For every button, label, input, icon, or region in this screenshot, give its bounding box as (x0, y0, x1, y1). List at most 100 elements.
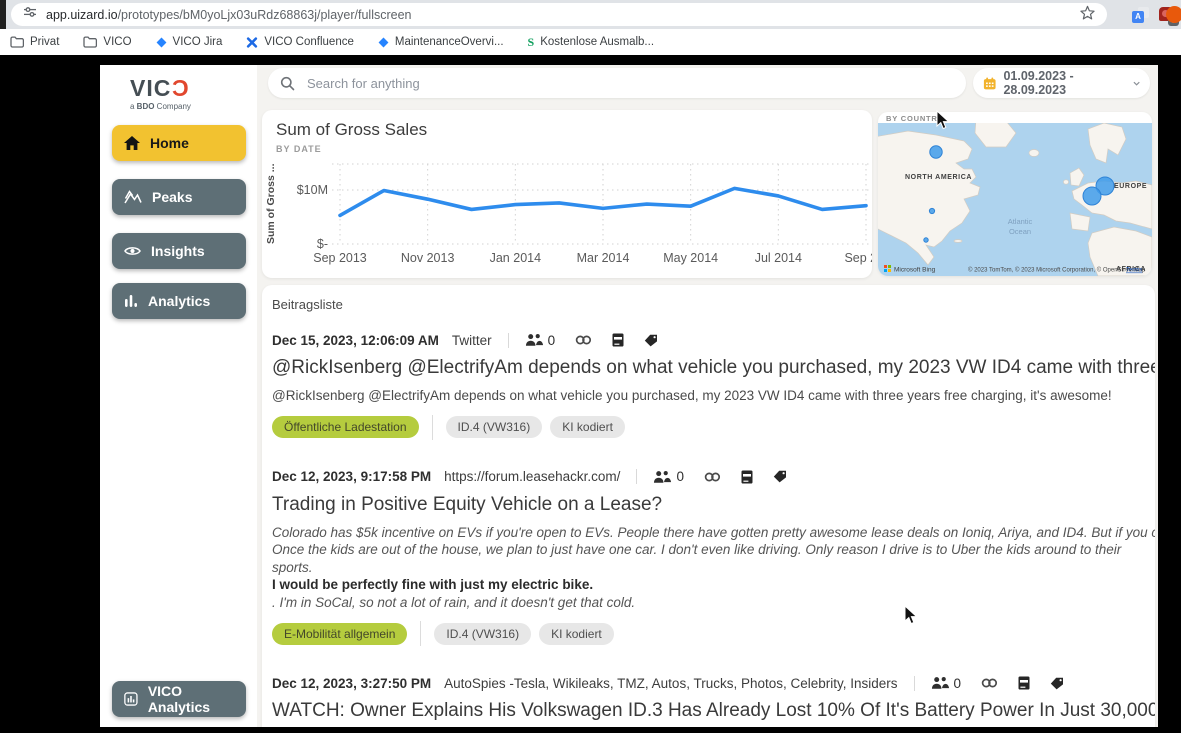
users-icon (525, 333, 544, 347)
app-canvas: VICC a BDO Company Home Peaks Insights A… (100, 65, 1158, 727)
address-bar[interactable]: app.uizard.io/prototypes/bM0yoLjx03uRdz6… (11, 3, 1107, 26)
post-date: Dec 15, 2023, 12:06:09 AM (272, 333, 439, 348)
post-meta: Dec 15, 2023, 12:06:09 AM Twitter 0 (272, 330, 1155, 350)
chart-tick-label: $10M (297, 183, 328, 197)
post-body-line: . I'm in SoCal, so not a lot of rain, an… (272, 594, 1155, 612)
book-icon-button[interactable] (1018, 676, 1030, 690)
tag-pill[interactable]: ID.4 (VW316) (446, 416, 543, 438)
world-map[interactable]: NORTH AMERICA EUROPE Atlantic Ocean AFRI… (878, 123, 1152, 276)
tag-icon (1050, 677, 1064, 690)
engagement-count[interactable]: 0 (525, 333, 556, 348)
country-map-card: BY COUNTRY NORTH AMERICA EU (878, 112, 1152, 276)
bookmark-star-icon[interactable] (1080, 5, 1095, 25)
profile-avatar[interactable] (1166, 6, 1181, 23)
map-label: BY COUNTRY (886, 114, 943, 123)
tag-icon-button[interactable] (644, 334, 658, 347)
map-data-bubble[interactable] (1083, 187, 1101, 205)
window-edge (0, 0, 6, 29)
date-range-value: 01.09.2023 - 28.09.2023 (1003, 69, 1125, 97)
map-data-bubble[interactable] (929, 208, 934, 213)
bookmark-vico-jira[interactable]: VICO Jira (156, 36, 223, 48)
post-list-card: Beitragsliste Dec 15, 2023, 12:06:09 AM T… (262, 285, 1155, 727)
tag-pill[interactable]: KI kodiert (539, 623, 614, 645)
bookmark-privat[interactable]: Privat (10, 36, 59, 48)
bookmark-kostenlose-ausmalbilder[interactable]: S Kostenlose Ausmalb... (528, 35, 654, 50)
post-tags: E-Mobilität allgemein ID.4 (VW316) KI kodi… (272, 621, 1155, 646)
post-date: Dec 12, 2023, 9:17:58 PM (272, 469, 431, 484)
line-chart[interactable]: $10M$-Sep 2013Nov 2013Jan 2014Mar 2014Ma… (262, 156, 872, 274)
tag-icon-button[interactable] (773, 470, 787, 483)
post-body-line: @RickIsenberg @ElectrifyAm depends on wh… (272, 387, 1155, 405)
vico-logo: VICC a BDO Company (130, 77, 191, 111)
engagement-count[interactable]: 0 (931, 676, 962, 691)
date-range-picker[interactable]: 01.09.2023 - 28.09.2023 (973, 68, 1150, 98)
sidebar-item-peaks[interactable]: Peaks (112, 179, 246, 215)
map-terms-link[interactable]: Terms (1126, 268, 1142, 274)
book-icon-button[interactable] (741, 470, 753, 484)
engagement-count[interactable]: 0 (653, 469, 684, 484)
folder-icon (10, 36, 24, 48)
map-ireland (1063, 180, 1068, 184)
search-icon (280, 76, 295, 91)
logo-text: VICC (130, 77, 191, 100)
post-tags: Öffentliche Ladestation ID.4 (VW316) KI ko… (272, 415, 1155, 440)
map-attribution: © 2023 TomTom, © 2023 Microsoft Corporat… (968, 267, 1146, 274)
book-icon (1018, 676, 1030, 690)
meta-divider (508, 333, 509, 348)
sidebar: VICC a BDO Company Home Peaks Insights A… (100, 65, 257, 727)
chart-title: Sum of Gross Sales (276, 120, 427, 140)
map-iceland (1029, 150, 1039, 157)
map-label-europe: EUROPE (1114, 183, 1147, 190)
sidebar-item-analytics[interactable]: Analytics (112, 283, 246, 319)
link-icon-button[interactable] (981, 677, 998, 689)
link-icon-button[interactable] (575, 334, 592, 346)
eye-icon (124, 245, 141, 257)
sidebar-item-home[interactable]: Home (112, 125, 246, 161)
post-source: https://forum.leasehackr.com/ (444, 469, 620, 484)
link-icon (575, 334, 592, 346)
post-list-title: Beitragsliste (272, 297, 1155, 312)
map-label-ocean-2: Ocean (1009, 227, 1031, 236)
translate-icon[interactable]: A (1132, 7, 1149, 23)
vico-analytics-button[interactable]: VICO Analytics (112, 681, 246, 717)
post-title[interactable]: @RickIsenberg @ElectrifyAm depends on wh… (272, 357, 1155, 379)
chart-tick-label: Nov 2013 (401, 251, 455, 265)
engagement-value: 0 (548, 333, 556, 348)
post-title[interactable]: WATCH: Owner Explains His Volkswagen ID.… (272, 700, 1155, 722)
search-input[interactable] (305, 75, 954, 92)
tag-pill[interactable]: KI kodiert (550, 416, 625, 438)
svg-text:Microsoft Bing: Microsoft Bing (894, 267, 936, 274)
tag-icon-button[interactable] (1050, 677, 1064, 690)
stripe-icon: S (528, 35, 535, 50)
book-icon (612, 333, 624, 347)
peaks-icon (124, 190, 142, 204)
map-data-bubble[interactable] (930, 146, 942, 158)
tag-pill[interactable]: Öffentliche Ladestation (272, 416, 419, 438)
bookmark-vico[interactable]: VICO (83, 36, 131, 48)
map-data-bubble[interactable] (924, 238, 928, 242)
engagement-value: 0 (676, 469, 684, 484)
users-icon (931, 676, 950, 690)
jira-icon (156, 37, 167, 48)
jira-icon (378, 37, 389, 48)
site-settings-icon[interactable] (23, 5, 37, 24)
bookmark-maintenance-overview[interactable]: MaintenanceOvervi... (378, 36, 504, 48)
tag-pill[interactable]: E-Mobilität allgemein (272, 623, 407, 645)
chart-line-series (340, 188, 866, 215)
bookmark-vico-confluence[interactable]: VICO Confluence (246, 36, 354, 48)
book-icon-button[interactable] (612, 333, 624, 347)
meta-divider (636, 469, 637, 484)
post-meta: Dec 12, 2023, 3:27:50 PMAutoSpies -Tesla… (272, 673, 1155, 693)
chart-tick-label: Mar 2014 (577, 251, 630, 265)
browser-toolbar: app.uizard.io/prototypes/bM0yoLjx03uRdz6… (0, 0, 1181, 29)
post-source: Twitter (452, 333, 492, 348)
post-title[interactable]: Trading in Positive Equity Vehicle on a … (272, 494, 1155, 516)
link-icon-button[interactable] (704, 471, 721, 483)
folder-icon (83, 36, 97, 48)
search-bar (268, 68, 966, 98)
analytics-panel-icon (124, 691, 138, 707)
sidebar-item-insights[interactable]: Insights (112, 233, 246, 269)
post-item: Dec 15, 2023, 12:06:09 AM Twitter 0 @RickIs… (272, 330, 1155, 440)
post-date: Dec 12, 2023, 3:27:50 PM (272, 676, 431, 691)
tag-pill[interactable]: ID.4 (VW316) (434, 623, 531, 645)
